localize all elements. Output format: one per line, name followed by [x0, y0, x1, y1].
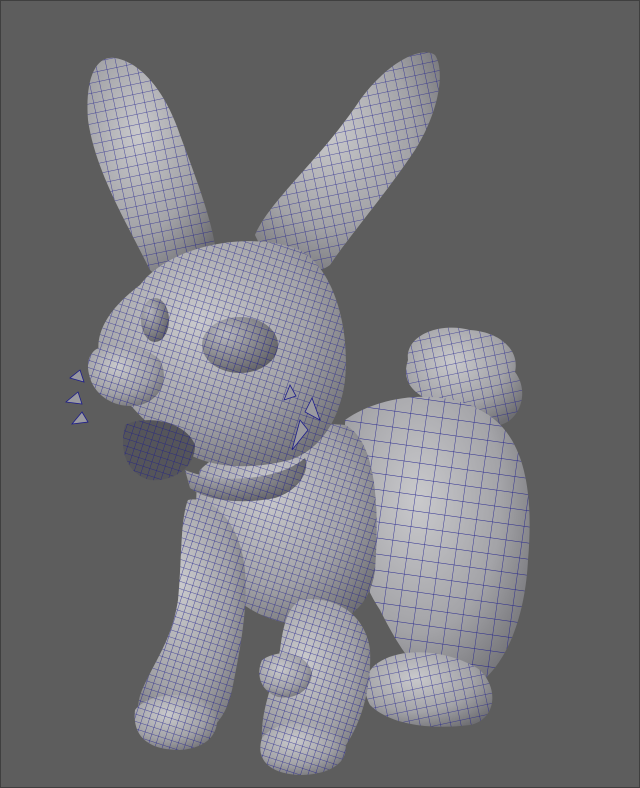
left-ear-mesh	[87, 57, 215, 278]
right-ear-mesh	[255, 52, 440, 272]
3d-viewport[interactable]	[0, 0, 640, 788]
rabbit-model-icon[interactable]	[0, 0, 640, 788]
